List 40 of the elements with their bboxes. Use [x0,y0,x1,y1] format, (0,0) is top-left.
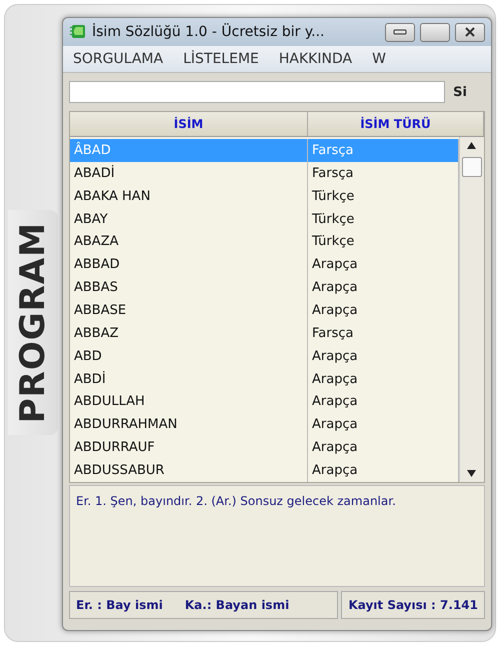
scroll-up-arrow[interactable] [467,142,476,149]
window-title: İsim Sözlüğü 1.0 - Ücretsiz bir y... [92,24,326,40]
name-cell: ABAY [70,208,308,230]
scroll-thumb[interactable] [462,157,482,177]
menu-item[interactable]: W [372,51,386,67]
record-count: Kayıt Sayısı : 7.141 [348,598,478,612]
name-cell: ABDURRAUF [70,436,308,460]
name-cell: ABBASE [70,299,308,322]
description-text: Er. 1. Şen, bayındır. 2. (Ar.) Sonsuz gelecek zamanlar. [76,494,396,508]
name-cell: ABDUSSABUR [70,459,308,482]
side-label: PROGRAM [13,222,53,424]
minimize-button[interactable] [385,22,415,42]
close-button[interactable] [455,22,485,42]
legend-text: Er. : Bay ismi [76,598,163,612]
close-icon [464,26,476,38]
scrollbar[interactable] [459,137,484,482]
type-cell: Farsça [308,139,459,162]
legend-text: Ka.: Bayan ismi [184,598,290,612]
name-cell: ABDULLAH [70,390,308,414]
column-header[interactable]: İSİM TÜRÜ [308,112,484,136]
name-cell: ABBAS [70,276,308,300]
search-button[interactable]: Si [451,84,485,100]
name-cell: ABD [70,344,308,368]
name-cell: ABAKA HAN [70,184,308,208]
menu-item[interactable]: SORGULAMA [73,51,164,67]
maximize-button[interactable] [420,22,450,42]
search-field[interactable] [69,81,446,103]
menu-item[interactable]: HAKKINDA [278,51,352,67]
name-cell: ABBAD [70,253,308,276]
name-cell: ÂBAD [70,139,308,162]
app-icon [69,23,87,41]
menu-item[interactable]: LİSTELEME [183,51,259,67]
name-cell: ABDİ [70,368,308,390]
name-cell: ABAZA [70,230,308,254]
name-cell: ABDURRAHMAN [70,413,308,436]
column-header[interactable]: İSİM [70,112,308,136]
minimize-icon [393,29,407,35]
scroll-down-arrow[interactable] [467,470,476,477]
name-cell: ABADİ [70,162,308,185]
name-cell: ABBAZ [70,322,308,345]
